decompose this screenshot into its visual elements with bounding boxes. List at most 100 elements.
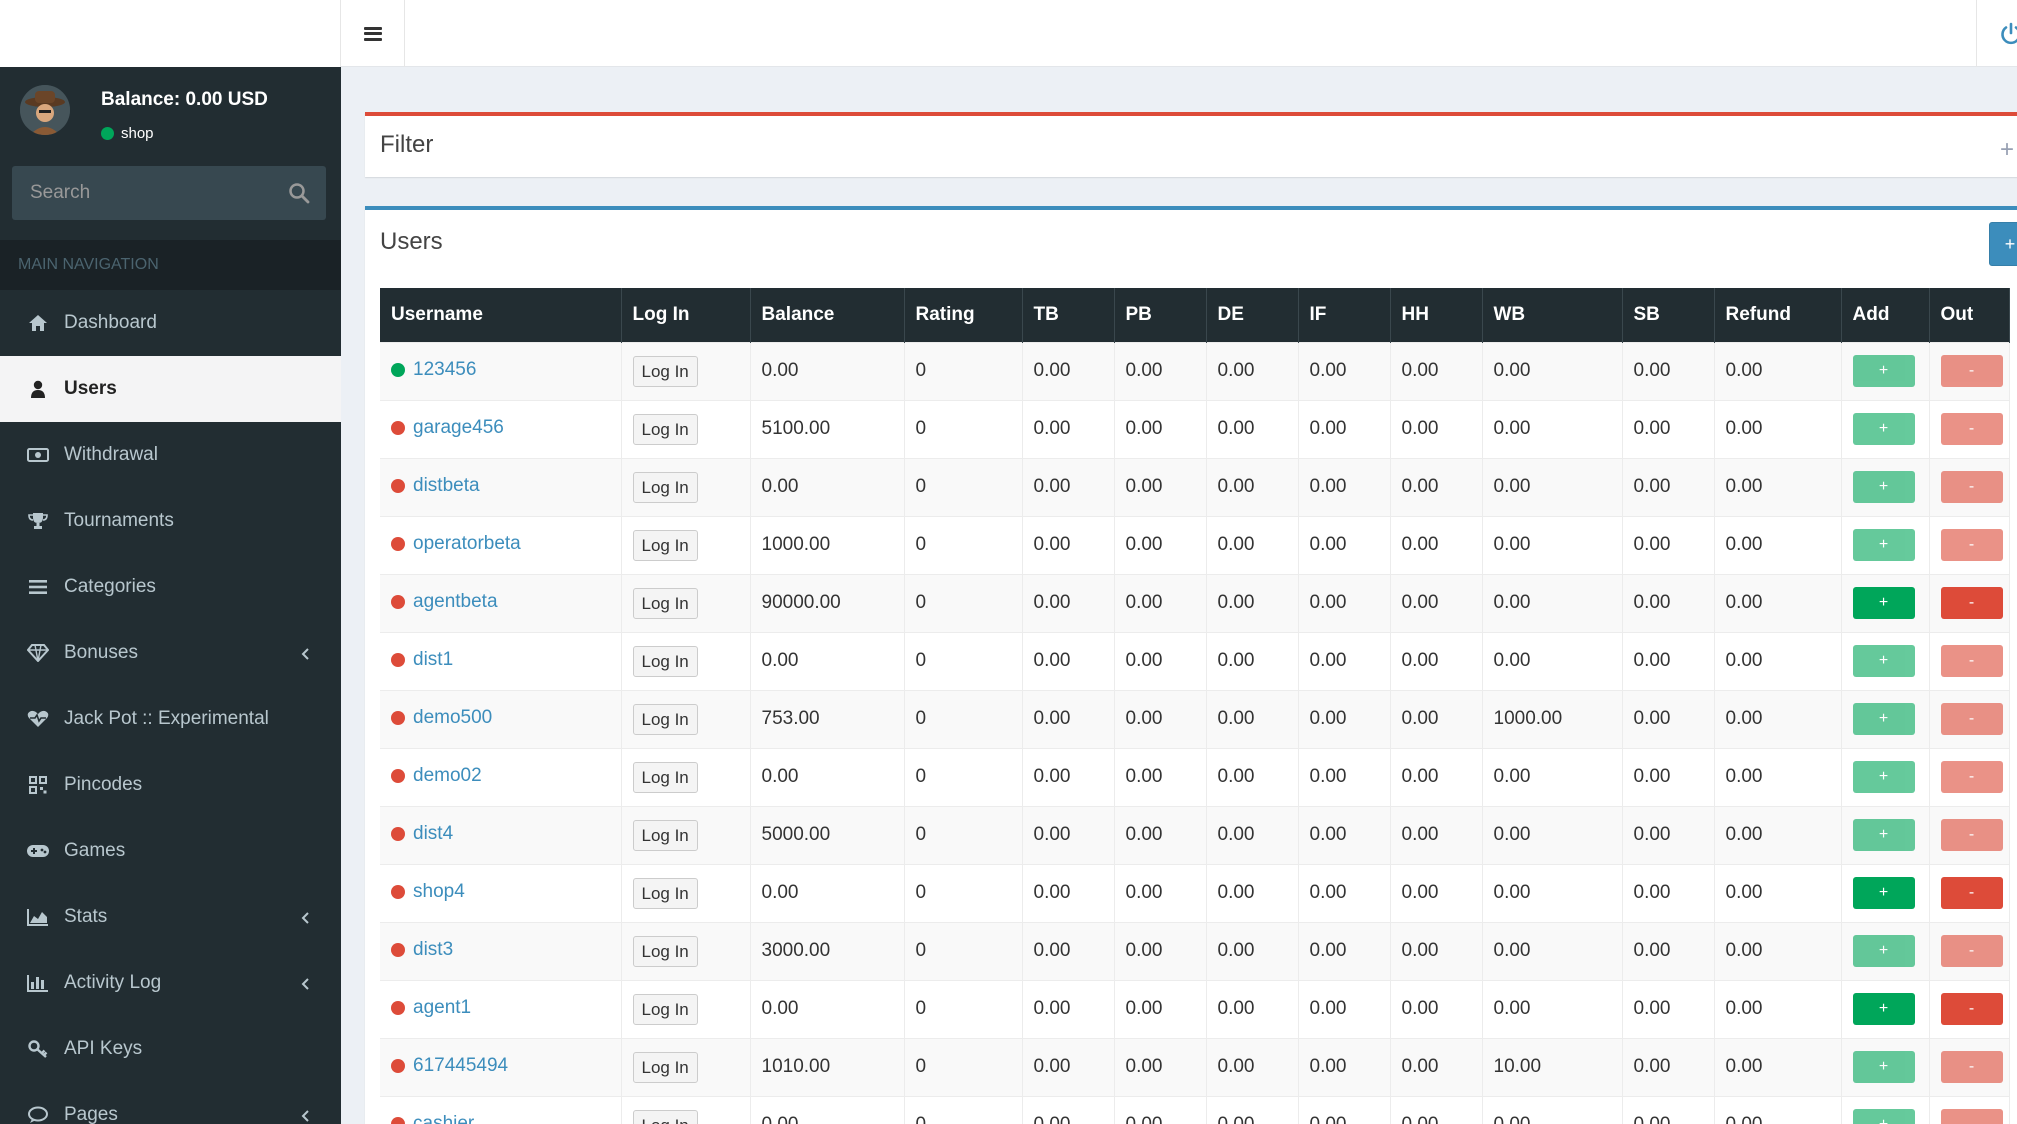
add-balance-button[interactable]: + [1852,529,1915,561]
username-link[interactable]: dist3 [391,939,453,961]
username-link[interactable]: demo500 [391,707,492,729]
column-header-add[interactable]: Add [1841,288,1930,342]
username-link[interactable]: garage456 [391,417,504,439]
login-as-user-button[interactable]: Log In [632,471,698,503]
username-link[interactable]: agent1 [391,997,471,1019]
hh-cell: 0.00 [1390,805,1483,864]
add-balance-button[interactable]: + [1852,993,1915,1025]
sidebar-item-users[interactable]: Users [0,356,341,422]
add-balance-button[interactable]: + [1852,413,1915,445]
add-balance-button[interactable]: + [1852,877,1915,909]
login-as-user-button[interactable]: Log In [632,993,698,1025]
sidebar-item-bonuses[interactable]: Bonuses [0,620,341,686]
login-as-user-button[interactable]: Log In [632,819,698,851]
sidebar-item-label: API Keys [64,1038,143,1059]
add-balance-button[interactable]: + [1852,1051,1915,1083]
add-balance-button[interactable]: + [1852,587,1915,619]
withdraw-balance-button[interactable]: - [1940,993,2003,1025]
login-as-user-button[interactable]: Log In [632,1109,698,1124]
rating-cell: 0 [904,863,1023,922]
username-link[interactable]: operatorbeta [391,533,521,555]
login-as-user-button[interactable]: Log In [632,1051,698,1083]
add-balance-button[interactable]: + [1852,935,1915,967]
withdraw-balance-button[interactable]: - [1940,645,2003,677]
withdraw-balance-button[interactable]: - [1940,587,2003,619]
logout-button[interactable] [1976,0,2017,67]
withdraw-balance-button[interactable]: - [1940,935,2003,967]
sidebar-item-api-keys[interactable]: API Keys [0,1016,341,1082]
login-as-user-button[interactable]: Log In [632,703,698,735]
column-header-wb[interactable]: WB [1482,288,1623,342]
column-header-log-in[interactable]: Log In [621,288,751,342]
add-user-button[interactable]: + [1989,222,2017,266]
login-as-user-button[interactable]: Log In [632,413,698,445]
login-as-user-button[interactable]: Log In [632,529,698,561]
avatar [20,85,70,135]
column-header-refund[interactable]: Refund [1714,288,1842,342]
add-balance-button[interactable]: + [1852,703,1915,735]
filter-expand-icon[interactable]: + [2000,136,2014,164]
sidebar-item-pincodes[interactable]: Pincodes [0,752,341,818]
withdraw-balance-button[interactable]: - [1940,1051,2003,1083]
username-link[interactable]: distbeta [391,475,480,497]
column-header-pb[interactable]: PB [1114,288,1207,342]
search-input[interactable] [12,182,272,204]
column-header-de[interactable]: DE [1206,288,1299,342]
withdraw-balance-button[interactable]: - [1940,761,2003,793]
withdraw-balance-button[interactable]: - [1940,877,2003,909]
add-balance-button[interactable]: + [1852,471,1915,503]
column-header-tb[interactable]: TB [1022,288,1115,342]
username-link[interactable]: dist4 [391,823,453,845]
column-header-sb[interactable]: SB [1622,288,1715,342]
column-header-out[interactable]: Out [1929,288,2010,342]
rating-cell: 0 [904,573,1023,632]
balance-cell: 1000.00 [750,515,905,574]
tb-cell: 0.00 [1022,863,1115,922]
withdraw-balance-button[interactable]: - [1940,703,2003,735]
username-link[interactable]: cashier [391,1113,474,1124]
login-as-user-button[interactable]: Log In [632,877,698,909]
column-header-username[interactable]: Username [380,288,622,342]
withdraw-balance-button[interactable]: - [1940,413,2003,445]
add-balance-button[interactable]: + [1852,355,1915,387]
username-link[interactable]: 123456 [391,359,476,381]
add-balance-button[interactable]: + [1852,819,1915,851]
sidebar-item-categories[interactable]: Categories [0,554,341,620]
sidebar-item-games[interactable]: Games [0,818,341,884]
username-link[interactable]: demo02 [391,765,482,787]
login-as-user-button[interactable]: Log In [632,587,698,619]
username-link[interactable]: dist1 [391,649,453,671]
withdraw-balance-button[interactable]: - [1940,529,2003,561]
sidebar-item-stats[interactable]: Stats [0,884,341,950]
sidebar-item-dashboard[interactable]: Dashboard [0,290,341,356]
add-balance-button[interactable]: + [1852,761,1915,793]
table-row: agent1 Log In 0.00 0 0.00 0.00 0.00 0.00 0.00 0.0… [380,979,2010,1038]
login-as-user-button[interactable]: Log In [632,645,698,677]
username-link[interactable]: shop4 [391,881,465,903]
sidebar-item-pages[interactable]: Pages [0,1082,341,1124]
login-as-user-button[interactable]: Log In [632,761,698,793]
search-button[interactable] [288,182,310,204]
sidebar-item-jack-pot-experimental[interactable]: Jack Pot :: Experimental [0,686,341,752]
add-balance-button[interactable]: + [1852,1109,1915,1124]
login-cell: Log In [621,515,751,574]
column-header-if[interactable]: IF [1298,288,1391,342]
login-as-user-button[interactable]: Log In [632,355,698,387]
sidebar-item-activity-log[interactable]: Activity Log [0,950,341,1016]
add-balance-button[interactable]: + [1852,645,1915,677]
username-cell: operatorbeta [380,515,622,574]
sidebar-toggle-button[interactable] [341,0,405,67]
sidebar-item-tournaments[interactable]: Tournaments [0,488,341,554]
sidebar-item-withdrawal[interactable]: Withdrawal [0,422,341,488]
de-cell: 0.00 [1206,631,1299,690]
username-link[interactable]: 617445494 [391,1055,508,1077]
column-header-balance[interactable]: Balance [750,288,905,342]
withdraw-balance-button[interactable]: - [1940,471,2003,503]
login-as-user-button[interactable]: Log In [632,935,698,967]
column-header-rating[interactable]: Rating [904,288,1023,342]
withdraw-balance-button[interactable]: - [1940,819,2003,851]
column-header-hh[interactable]: HH [1390,288,1483,342]
username-link[interactable]: agentbeta [391,591,498,613]
withdraw-balance-button[interactable]: - [1940,1109,2003,1124]
withdraw-balance-button[interactable]: - [1940,355,2003,387]
